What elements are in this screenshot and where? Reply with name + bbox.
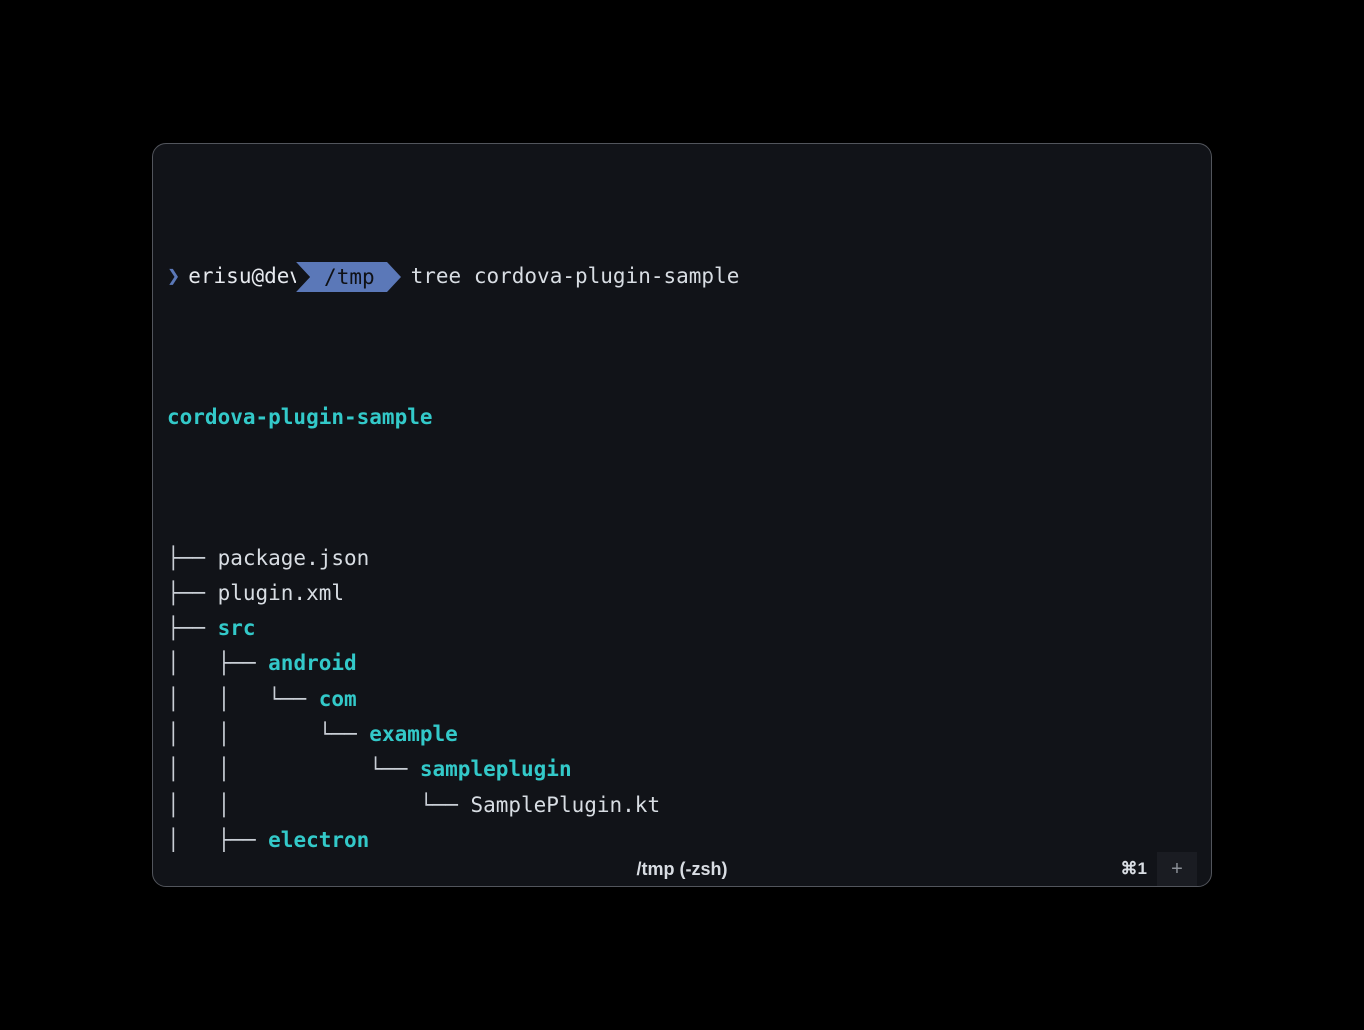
dir-name: src xyxy=(218,616,256,640)
tree-listing: ├── package.json├── plugin.xml├── src│ ├… xyxy=(167,541,1197,852)
tree-branch-glyph: │ │ └── xyxy=(167,793,470,817)
dir-name: com xyxy=(319,687,357,711)
prompt-line: ❯ erisu@dev /tmp tree cordova-plugin-sam… xyxy=(167,260,1197,294)
tree-row: │ │ └── com xyxy=(167,682,1197,717)
tree-row: ├── package.json xyxy=(167,541,1197,576)
tab-shortcut: ⌘1 xyxy=(1121,859,1157,879)
tree-row: │ │ └── SamplePlugin.kt xyxy=(167,788,1197,823)
prompt-path-segment: /tmp xyxy=(310,262,387,292)
tree-row: │ │ └── example xyxy=(167,717,1197,752)
dir-name: android xyxy=(268,651,357,675)
tree-row: │ │ └── sampleplugin xyxy=(167,752,1197,787)
prompt-arrow-icon: ❯ xyxy=(167,266,180,288)
tree-branch-glyph: │ │ └── xyxy=(167,722,369,746)
prompt-path: /tmp xyxy=(310,262,387,292)
new-tab-button[interactable]: + xyxy=(1157,852,1197,886)
dir-name: example xyxy=(369,722,458,746)
file-name: SamplePlugin.kt xyxy=(470,793,660,817)
plus-icon: + xyxy=(1171,858,1183,881)
tree-row: ├── plugin.xml xyxy=(167,576,1197,611)
tree-row: ├── src xyxy=(167,611,1197,646)
tree-branch-glyph: │ │ └── xyxy=(167,687,319,711)
tree-branch-glyph: │ ├── xyxy=(167,651,268,675)
terminal-window: ❯ erisu@dev /tmp tree cordova-plugin-sam… xyxy=(152,143,1212,887)
status-bar: /tmp (-zsh) ⌘1 + xyxy=(167,852,1197,886)
prompt-command: tree cordova-plugin-sample xyxy=(411,259,740,294)
tree-branch-glyph: │ │ └── xyxy=(167,757,420,781)
tree-branch-glyph: ├── xyxy=(167,616,218,640)
tree-branch-glyph: │ ├── xyxy=(167,828,268,852)
dir-name: cordova-plugin-sample xyxy=(167,405,433,429)
tree-branch-glyph: ├── xyxy=(167,581,218,605)
tree-row: │ ├── electron xyxy=(167,823,1197,852)
prompt-user-host: erisu@dev xyxy=(186,258,310,295)
tree-branch-glyph: ├── xyxy=(167,546,218,570)
tree-root: cordova-plugin-sample xyxy=(167,400,1197,435)
tree-row: │ ├── android xyxy=(167,646,1197,681)
dir-name: sampleplugin xyxy=(420,757,572,781)
status-title: /tmp (-zsh) xyxy=(637,859,728,880)
dir-name: electron xyxy=(268,828,369,852)
file-name: package.json xyxy=(218,546,370,570)
terminal-output[interactable]: ❯ erisu@dev /tmp tree cordova-plugin-sam… xyxy=(167,154,1197,852)
file-name: plugin.xml xyxy=(218,581,344,605)
